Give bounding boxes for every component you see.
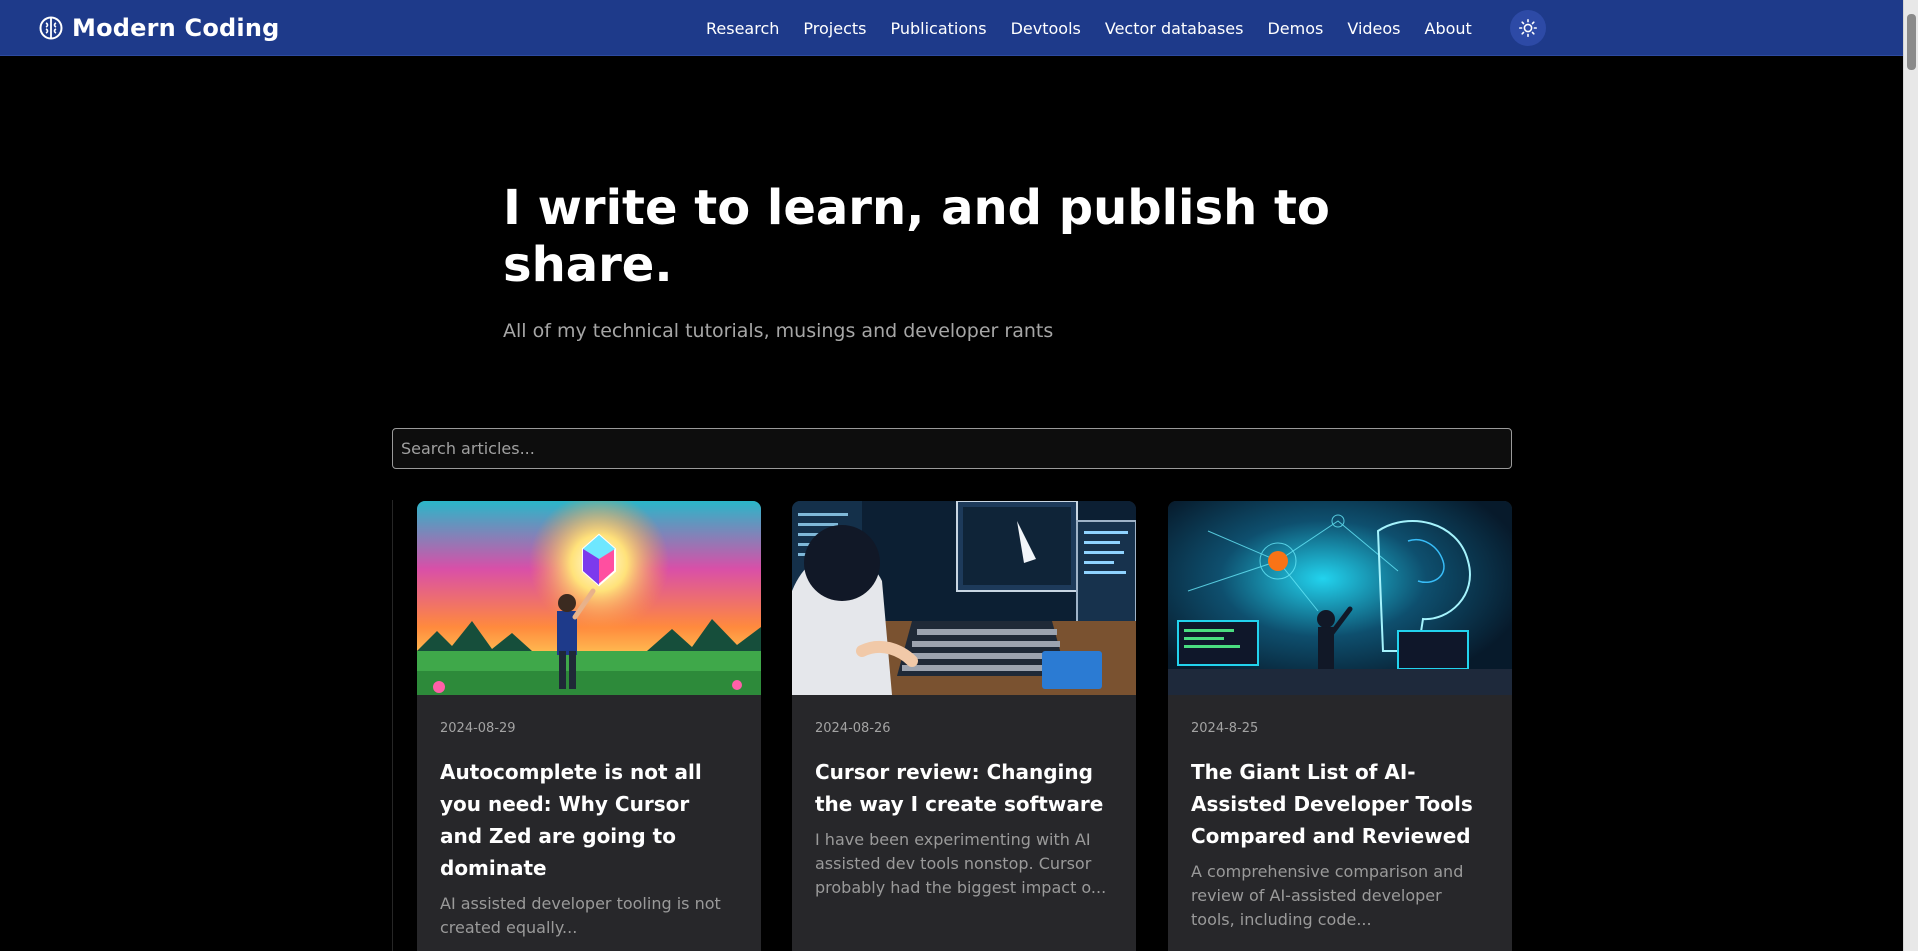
- top-navbar: Modern Coding Research Projects Publicat…: [0, 0, 1903, 56]
- article-date: 2024-08-26: [815, 721, 891, 736]
- nav-link-demos[interactable]: Demos: [1267, 19, 1323, 38]
- nav-link-vector-databases[interactable]: Vector databases: [1105, 19, 1244, 38]
- brand-name: Modern Coding: [72, 14, 280, 42]
- brain-icon: [39, 16, 63, 40]
- theme-toggle-button[interactable]: [1510, 10, 1546, 46]
- article-cover-image: [1168, 501, 1512, 695]
- nav-link-publications[interactable]: Publications: [890, 19, 986, 38]
- page-scrollbar[interactable]: [1903, 0, 1918, 951]
- divider: [392, 500, 393, 951]
- article-card[interactable]: 2024-8-25 The Giant List of AI-Assisted …: [1168, 501, 1512, 951]
- hero-title: I write to learn, and publish to share.: [503, 180, 1330, 293]
- article-title[interactable]: The Giant List of AI-Assisted Developer …: [1191, 756, 1489, 852]
- article-excerpt: A comprehensive comparison and review of…: [1191, 862, 1464, 929]
- sun-icon: [1518, 18, 1538, 38]
- brand-logo-link[interactable]: Modern Coding: [38, 0, 279, 56]
- article-date: 2024-08-29: [440, 721, 516, 736]
- nav-link-videos[interactable]: Videos: [1347, 19, 1400, 38]
- hero-subtitle: All of my technical tutorials, musings a…: [503, 320, 1054, 342]
- article-cover-image: [792, 501, 1136, 695]
- article-cover-image: [417, 501, 761, 695]
- article-excerpt: AI assisted developer tooling is not cre…: [440, 894, 721, 937]
- scrollbar-thumb[interactable]: [1907, 14, 1916, 70]
- nav-link-about[interactable]: About: [1425, 19, 1472, 38]
- article-excerpt: I have been experimenting with AI assist…: [815, 830, 1107, 897]
- search-input[interactable]: [392, 428, 1512, 469]
- nav-link-research[interactable]: Research: [706, 19, 779, 38]
- article-card[interactable]: 2024-08-26 Cursor review: Changing the w…: [792, 501, 1136, 951]
- article-title[interactable]: Cursor review: Changing the way I create…: [815, 756, 1113, 820]
- article-date: 2024-8-25: [1191, 721, 1259, 736]
- main-nav: Research Projects Publications Devtools …: [706, 0, 1496, 56]
- article-card[interactable]: 2024-08-29 Autocomplete is not all you n…: [417, 501, 761, 951]
- nav-link-devtools[interactable]: Devtools: [1011, 19, 1081, 38]
- article-title[interactable]: Autocomplete is not all you need: Why Cu…: [440, 756, 738, 884]
- nav-link-projects[interactable]: Projects: [803, 19, 866, 38]
